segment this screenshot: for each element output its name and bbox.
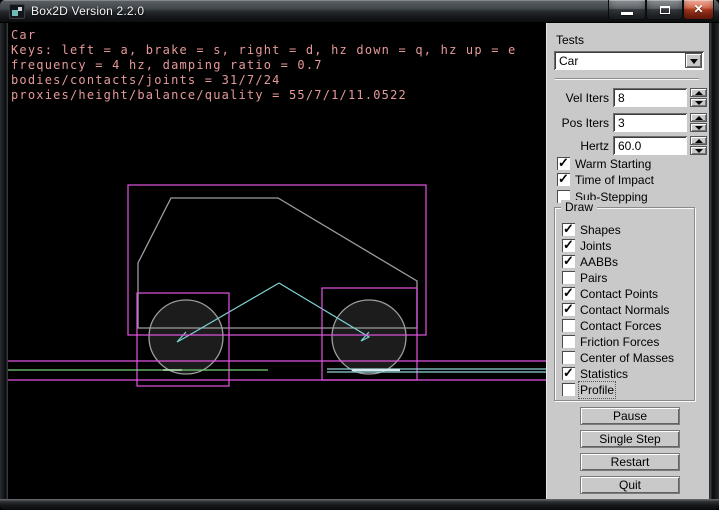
contact-points-checkbox[interactable] (562, 287, 575, 300)
joints-label: Joints (580, 239, 611, 253)
panel-separator (555, 78, 699, 80)
center-of-masses-checkbox[interactable] (562, 351, 575, 364)
hertz-row: Hertz (547, 136, 710, 155)
chevron-down-icon (690, 59, 698, 64)
pos-iters-input[interactable] (613, 113, 687, 132)
warm-starting-label: Warm Starting (575, 157, 651, 171)
window-frame-right (709, 23, 719, 499)
pos-iters-row: Pos Iters (547, 113, 710, 132)
stats-line: frequency = 4 hz, damping ratio = 0.7 (11, 58, 323, 72)
stepper-down-button[interactable] (690, 146, 707, 155)
friction-forces-checkbox[interactable] (562, 335, 575, 348)
pos-iters-label: Pos Iters (547, 116, 609, 130)
simulation-viewport[interactable]: Car Keys: left = a, brake = s, right = d… (8, 23, 546, 499)
app-icon (9, 4, 25, 19)
friction-forces-label: Friction Forces (580, 335, 659, 349)
arrow-down-icon (695, 101, 703, 105)
arrow-down-icon (695, 126, 703, 130)
pos-iters-stepper[interactable] (690, 113, 707, 132)
statistics-label: Statistics (580, 367, 628, 381)
hertz-label: Hertz (547, 139, 609, 153)
stepper-up-button[interactable] (690, 136, 707, 145)
pause-button[interactable]: Pause (580, 407, 680, 425)
pairs-checkbox[interactable] (562, 271, 575, 284)
draw-group-label: Draw (561, 200, 597, 214)
box2d-testbed-window: Box2D Version 2.2.0 ✕ (0, 0, 719, 510)
stats-line: proxies/height/balance/quality = 55/7/1/… (11, 88, 407, 102)
center-of-masses-label: Center of Masses (580, 351, 674, 365)
vel-iters-stepper[interactable] (690, 88, 707, 107)
maximize-button[interactable] (646, 0, 683, 20)
close-button[interactable]: ✕ (683, 0, 714, 20)
contact-forces-label: Contact Forces (580, 319, 661, 333)
aabbs-label: AABBs (580, 255, 618, 269)
time-of-impact-checkbox[interactable] (557, 173, 570, 186)
stepper-up-button[interactable] (690, 88, 707, 97)
vel-iters-row: Vel Iters (547, 88, 710, 107)
stats-line: Car (11, 28, 36, 42)
tests-label: Tests (556, 33, 584, 47)
window-frame-bottom (0, 499, 719, 510)
minimize-button[interactable] (608, 0, 646, 20)
stepper-down-button[interactable] (690, 123, 707, 132)
window-title: Box2D Version 2.2.0 (31, 4, 144, 18)
vel-iters-label: Vel Iters (547, 91, 609, 105)
control-panel: Tests Car Vel Iters Pos Iters (546, 23, 709, 499)
title-bar[interactable]: Box2D Version 2.2.0 ✕ (0, 0, 719, 23)
time-of-impact-label: Time of Impact (575, 173, 654, 187)
arrow-up-icon (695, 116, 703, 120)
contact-points-label: Contact Points (580, 287, 658, 301)
profile-label: Profile (580, 383, 614, 397)
joints-checkbox[interactable] (562, 239, 575, 252)
tests-dropdown[interactable]: Car (554, 51, 704, 70)
warm-starting-checkbox[interactable] (557, 157, 570, 170)
profile-checkbox[interactable] (562, 383, 575, 396)
stats-line: bodies/contacts/joints = 31/7/24 (11, 73, 281, 87)
hertz-stepper[interactable] (690, 136, 707, 155)
statistics-checkbox[interactable] (562, 367, 575, 380)
arrow-up-icon (695, 139, 703, 143)
quit-button[interactable]: Quit (580, 476, 680, 494)
tests-dropdown-button[interactable] (685, 53, 702, 68)
draw-group: Draw Shapes Joints AABBs Pairs Contact P… (554, 207, 695, 401)
arrow-up-icon (695, 91, 703, 95)
contact-forces-checkbox[interactable] (562, 319, 575, 332)
contact-normals-label: Contact Normals (580, 303, 669, 317)
debug-stats-text: Car Keys: left = a, brake = s, right = d… (11, 28, 516, 103)
restart-button[interactable]: Restart (580, 453, 680, 471)
tests-dropdown-value: Car (559, 54, 578, 68)
pairs-label: Pairs (580, 271, 607, 285)
window-frame-left (0, 23, 8, 499)
single-step-button[interactable]: Single Step (580, 430, 680, 448)
aabbs-checkbox[interactable] (562, 255, 575, 268)
shapes-label: Shapes (580, 223, 621, 237)
contact-normals-checkbox[interactable] (562, 303, 575, 316)
shapes-checkbox[interactable] (562, 223, 575, 236)
minimize-icon (621, 12, 633, 15)
close-icon: ✕ (684, 2, 713, 16)
arrow-down-icon (695, 149, 703, 153)
stepper-down-button[interactable] (690, 98, 707, 107)
maximize-icon (660, 6, 670, 14)
hertz-input[interactable] (613, 136, 687, 155)
vel-iters-input[interactable] (613, 88, 687, 107)
stats-line: Keys: left = a, brake = s, right = d, hz… (11, 43, 516, 57)
stepper-up-button[interactable] (690, 113, 707, 122)
